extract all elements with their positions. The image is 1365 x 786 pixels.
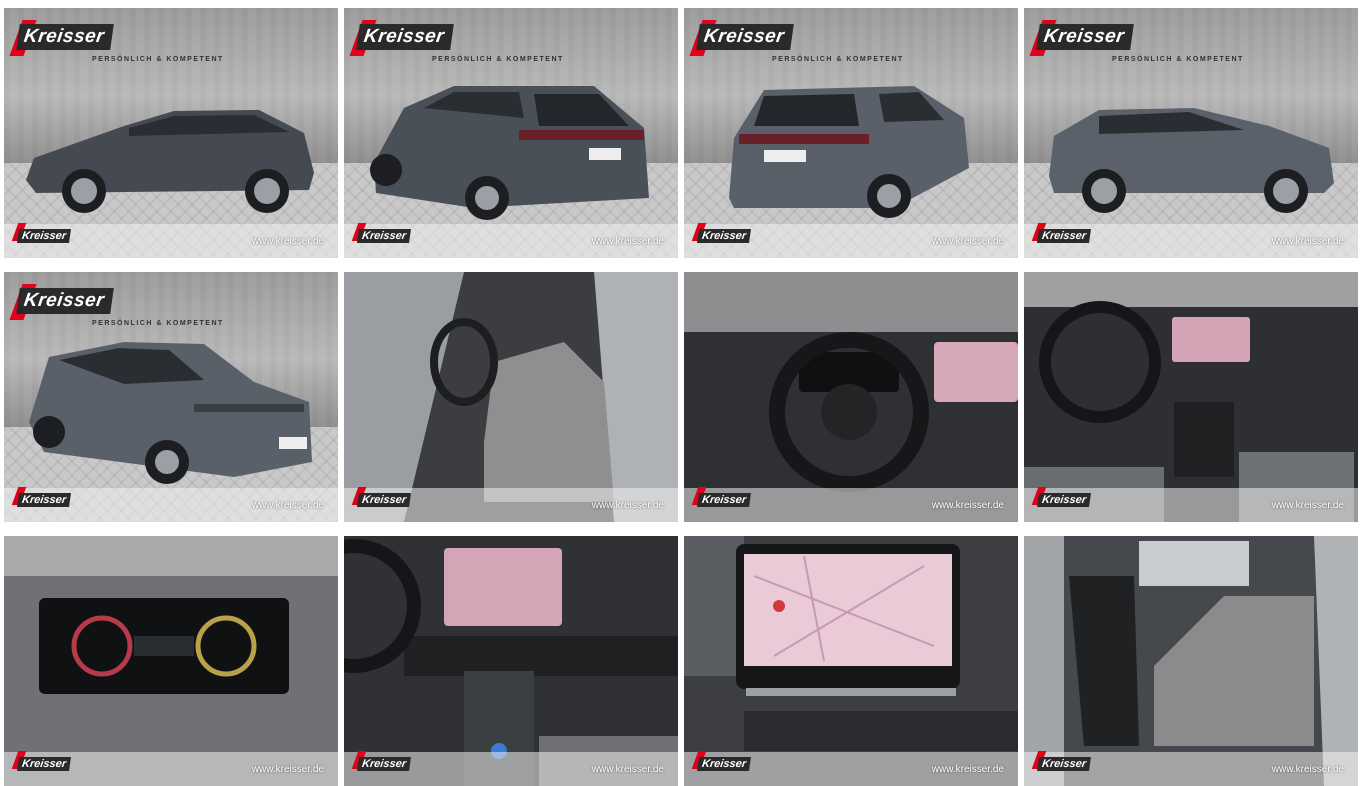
website-watermark: www.kreisser.de: [591, 236, 664, 247]
kreisser-logo: Kreisser PERSÖNLICH & KOMPETENT: [1029, 20, 1242, 63]
website-watermark: www.kreisser.de: [251, 764, 324, 775]
website-watermark: www.kreisser.de: [591, 764, 664, 775]
gallery-photo-2[interactable]: Kreisser PERSÖNLICH & KOMPETENT Kreisser…: [344, 8, 678, 258]
kreisser-logo: Kreisser PERSÖNLICH & KOMPETENT: [9, 20, 222, 63]
kreisser-small-logo: Kreisser: [11, 751, 72, 772]
kreisser-small-logo: Kreisser: [351, 223, 412, 244]
kreisser-logo: Kreisser PERSÖNLICH & KOMPETENT: [349, 20, 562, 63]
photo-gallery: Kreisser PERSÖNLICH & KOMPETENT Kreisser…: [0, 0, 1365, 786]
interior-dashboard-image: [1024, 272, 1358, 522]
gallery-photo-8[interactable]: Kreisser www.kreisser.de: [1024, 272, 1358, 522]
kreisser-small-logo: Kreisser: [11, 223, 72, 244]
gallery-photo-11[interactable]: Kreisser www.kreisser.de: [684, 536, 1018, 786]
gallery-photo-7[interactable]: Kreisser www.kreisser.de: [684, 272, 1018, 522]
kreisser-small-logo: Kreisser: [1031, 751, 1092, 772]
kreisser-small-logo: Kreisser: [351, 751, 412, 772]
gallery-photo-12[interactable]: Kreisser www.kreisser.de: [1024, 536, 1358, 786]
website-watermark: www.kreisser.de: [591, 500, 664, 511]
gallery-photo-1[interactable]: Kreisser PERSÖNLICH & KOMPETENT Kreisser…: [4, 8, 338, 258]
gallery-photo-3[interactable]: Kreisser PERSÖNLICH & KOMPETENT Kreisser…: [684, 8, 1018, 258]
digital-cockpit-image: [4, 536, 338, 786]
website-watermark: www.kreisser.de: [931, 236, 1004, 247]
gallery-photo-9[interactable]: Kreisser www.kreisser.de: [4, 536, 338, 786]
gallery-photo-10[interactable]: Kreisser www.kreisser.de: [344, 536, 678, 786]
kreisser-logo: Kreisser PERSÖNLICH & KOMPETENT: [9, 284, 222, 327]
interior-front-seats-image: [344, 272, 678, 522]
website-watermark: www.kreisser.de: [931, 764, 1004, 775]
website-watermark: www.kreisser.de: [251, 236, 324, 247]
rear-seats-image: [1024, 536, 1358, 786]
kreisser-small-logo: Kreisser: [11, 487, 72, 508]
kreisser-small-logo: Kreisser: [1031, 223, 1092, 244]
kreisser-logo: Kreisser PERSÖNLICH & KOMPETENT: [689, 20, 902, 63]
kreisser-small-logo: Kreisser: [351, 487, 412, 508]
website-watermark: www.kreisser.de: [251, 500, 324, 511]
website-watermark: www.kreisser.de: [931, 500, 1004, 511]
website-watermark: www.kreisser.de: [1271, 500, 1344, 511]
website-watermark: www.kreisser.de: [1271, 236, 1344, 247]
gallery-photo-5[interactable]: Kreisser PERSÖNLICH & KOMPETENT Kreisser…: [4, 272, 338, 522]
kreisser-small-logo: Kreisser: [691, 223, 752, 244]
kreisser-small-logo: Kreisser: [691, 487, 752, 508]
kreisser-small-logo: Kreisser: [1031, 487, 1092, 508]
website-watermark: www.kreisser.de: [1271, 764, 1344, 775]
gallery-photo-6[interactable]: Kreisser www.kreisser.de: [344, 272, 678, 522]
center-console-image: [344, 536, 678, 786]
kreisser-small-logo: Kreisser: [691, 751, 752, 772]
interior-steering-wheel-image: [684, 272, 1018, 522]
gallery-photo-4[interactable]: Kreisser PERSÖNLICH & KOMPETENT Kreisser…: [1024, 8, 1358, 258]
infotainment-map-image: [684, 536, 1018, 786]
